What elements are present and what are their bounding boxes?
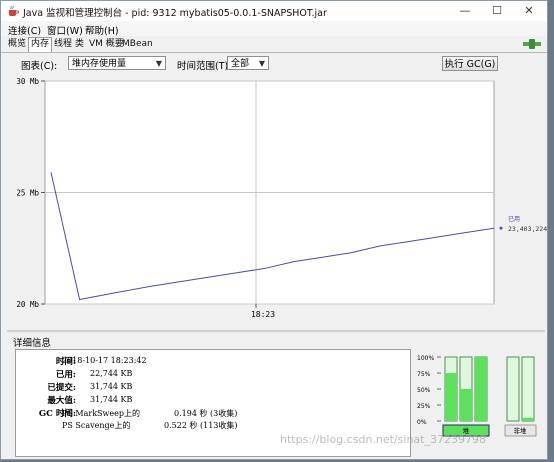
committed-value: 31,744 KB xyxy=(90,382,133,391)
menu-connection[interactable]: 连接(C) xyxy=(8,23,41,37)
pool-tick-label: 75% xyxy=(417,371,431,378)
tab-classes[interactable]: 类 xyxy=(73,38,86,51)
java-cup-icon xyxy=(9,5,19,16)
time-range-value: 全部 xyxy=(231,59,250,69)
pool-tick-label: 100% xyxy=(417,355,434,362)
chart-select-value: 堆内存使用量 xyxy=(72,59,127,69)
gc-marksweep-name: PS MarkSweep上的 xyxy=(62,409,140,418)
pool-tick-label: 50% xyxy=(417,387,431,394)
gc-marksweep-value: 0.194 秒 (3收集) xyxy=(174,409,238,418)
pool-bar xyxy=(506,356,520,422)
tab-memory[interactable]: 内存 xyxy=(28,37,53,52)
pool-bar-fill xyxy=(460,389,472,421)
menu-bar: 连接(C) 窗口(W) 帮助(H) xyxy=(1,21,547,37)
tab-mbean[interactable]: MBean xyxy=(120,38,155,51)
pool-bar xyxy=(521,356,535,422)
details-header: 详细信息 xyxy=(13,338,52,349)
time-value: 2018-10-17 18:23:42 xyxy=(62,356,147,365)
perform-gc-button[interactable]: 执行 GC(G) xyxy=(442,56,498,71)
y-tick-label: 30 Mb xyxy=(16,77,39,86)
current-value-marker xyxy=(499,226,503,230)
max-label: 最大值: xyxy=(47,396,76,406)
chart-label: 图表(C): xyxy=(21,61,58,72)
committed-label: 已提交: xyxy=(47,383,76,393)
y-tick-label: 25 Mb xyxy=(16,189,39,198)
y-tick-label: 20 Mb xyxy=(16,300,39,309)
time-range-label: 时间范围(T): xyxy=(177,61,232,72)
x-tick-label: 18:23 xyxy=(251,310,275,319)
used-value: 22,744 KB xyxy=(90,369,133,378)
used-label: 已用: xyxy=(55,370,76,380)
pool-bar-fill xyxy=(522,417,534,421)
title-bar: Java 监视和管理控制台 - pid: 9312 mybatis05-0.0.… xyxy=(1,1,547,22)
divider xyxy=(7,330,545,332)
chevron-down-icon: ▼ xyxy=(258,59,265,68)
close-button[interactable]: ✕ xyxy=(517,1,541,21)
pool-tick-label: 0% xyxy=(417,419,427,426)
heap-memory-chart: 20 Mb 25 Mb 30 Mb 18:23 已用 23,403,224 xyxy=(16,77,547,319)
gc-scavenge-name: PS Scavenge上的 xyxy=(62,421,131,430)
minimize-button[interactable]: — xyxy=(453,1,477,21)
maximize-button[interactable]: ☐ xyxy=(485,1,509,21)
menu-window[interactable]: 窗口(W) xyxy=(47,23,83,37)
max-value: 31,744 KB xyxy=(90,395,133,404)
tab-overview[interactable]: 概览 xyxy=(6,38,28,51)
watermark-text: https://blog.csdn.net/sinat_37239798 xyxy=(280,433,486,446)
legend-used-label: 已用 xyxy=(508,216,520,223)
window-title: Java 监视和管理控制台 - pid: 9312 mybatis05-0.0.… xyxy=(23,8,327,19)
chart-select[interactable]: 堆内存使用量 ▼ xyxy=(68,56,166,70)
menu-help[interactable]: 帮助(H) xyxy=(85,23,119,37)
current-value-label: 23,403,224 xyxy=(508,225,547,233)
pool-tick-label: 25% xyxy=(417,403,431,410)
pool-bar-fill xyxy=(445,373,457,421)
time-range-select[interactable]: 全部 ▼ xyxy=(227,56,269,70)
tab-threads[interactable]: 线程 xyxy=(52,38,74,51)
chevron-down-icon: ▼ xyxy=(155,59,162,68)
pool-bar-fill xyxy=(475,357,487,421)
gc-scavenge-value: 0.522 秒 (113收集) xyxy=(164,421,238,430)
connection-status-icon xyxy=(523,39,541,49)
tab-strip: 概览 内存 线程 类 VM 概要 MBean xyxy=(1,37,547,53)
memory-pools-chart: 100%75%50%25%0%堆 非堆 xyxy=(417,355,537,437)
jconsole-window: Java 监视和管理控制台 - pid: 9312 mybatis05-0.0.… xyxy=(0,0,548,460)
nonheap-label: 非堆 xyxy=(514,426,528,435)
